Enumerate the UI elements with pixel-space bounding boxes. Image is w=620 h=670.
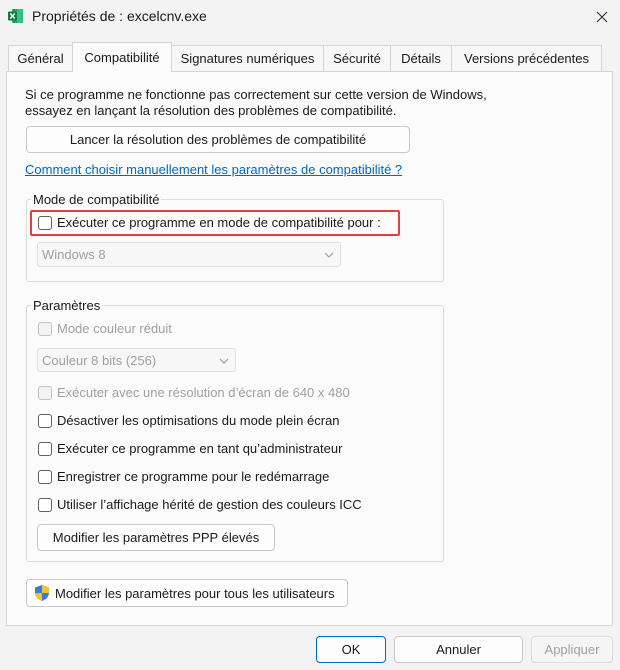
footer	[0, 627, 620, 670]
highlight-box	[30, 210, 400, 236]
window-title: Propriétés de : excelcnv.exe	[32, 8, 207, 24]
tab-details[interactable]: Détails	[390, 45, 452, 71]
settings-group-label: Paramètres	[31, 298, 103, 313]
run-as-admin-checkbox[interactable]	[38, 442, 52, 456]
register-restart-checkbox[interactable]	[38, 470, 52, 484]
troubleshoot-button[interactable]: Lancer la résolution des problèmes de co…	[26, 126, 410, 153]
os-version-value: Windows 8	[42, 247, 106, 262]
chevron-down-icon	[324, 252, 334, 258]
legacy-icc-checkbox[interactable]	[38, 498, 52, 512]
all-users-button[interactable]: Modifier les paramètres pour tous les ut…	[26, 579, 348, 607]
tab-compatibilite[interactable]: Compatibilité	[72, 42, 172, 72]
run-as-admin-label[interactable]: Exécuter ce programme en tant qu’adminis…	[57, 441, 342, 456]
manual-settings-link[interactable]: Comment choisir manuellement les paramèt…	[25, 162, 402, 177]
tab-general[interactable]: Général	[8, 45, 73, 71]
ok-button[interactable]: OK	[316, 636, 386, 663]
color-depth-value: Couleur 8 bits (256)	[42, 352, 157, 368]
intro-text-line1: Si ce programme ne fonctionne pas correc…	[25, 87, 487, 102]
cancel-button[interactable]: Annuler	[394, 636, 523, 663]
apply-button[interactable]: Appliquer	[531, 636, 613, 663]
all-users-button-label: Modifier les paramètres pour tous les ut…	[55, 585, 335, 601]
high-dpi-button[interactable]: Modifier les paramètres PPP élevés	[37, 524, 275, 551]
tab-versions[interactable]: Versions précédentes	[451, 45, 602, 71]
register-restart-label[interactable]: Enregistrer ce programme pour le redémar…	[57, 469, 329, 484]
reduced-color-checkbox[interactable]	[38, 322, 52, 336]
compat-mode-group-label: Mode de compatibilité	[31, 192, 162, 207]
disable-fullscreen-checkbox[interactable]	[38, 414, 52, 428]
close-icon[interactable]	[590, 5, 614, 29]
excel-app-icon	[8, 8, 24, 24]
reduced-color-label: Mode couleur réduit	[57, 321, 172, 336]
disable-fullscreen-label[interactable]: Désactiver les optimisations du mode ple…	[57, 413, 340, 428]
color-depth-select[interactable]: Couleur 8 bits (256)	[37, 348, 236, 372]
tab-securite[interactable]: Sécurité	[323, 45, 391, 71]
intro-text-line2: essayez en lançant la résolution des pro…	[25, 103, 397, 118]
res-640-label: Exécuter avec une résolution d’écran de …	[57, 385, 350, 400]
tab-signatures[interactable]: Signatures numériques	[171, 45, 324, 71]
chevron-down-icon	[219, 358, 229, 364]
legacy-icc-label[interactable]: Utiliser l’affichage hérité de gestion d…	[57, 497, 362, 512]
os-version-select[interactable]: Windows 8	[37, 242, 341, 267]
uac-shield-icon	[35, 585, 49, 601]
res-640-checkbox[interactable]	[38, 386, 52, 400]
